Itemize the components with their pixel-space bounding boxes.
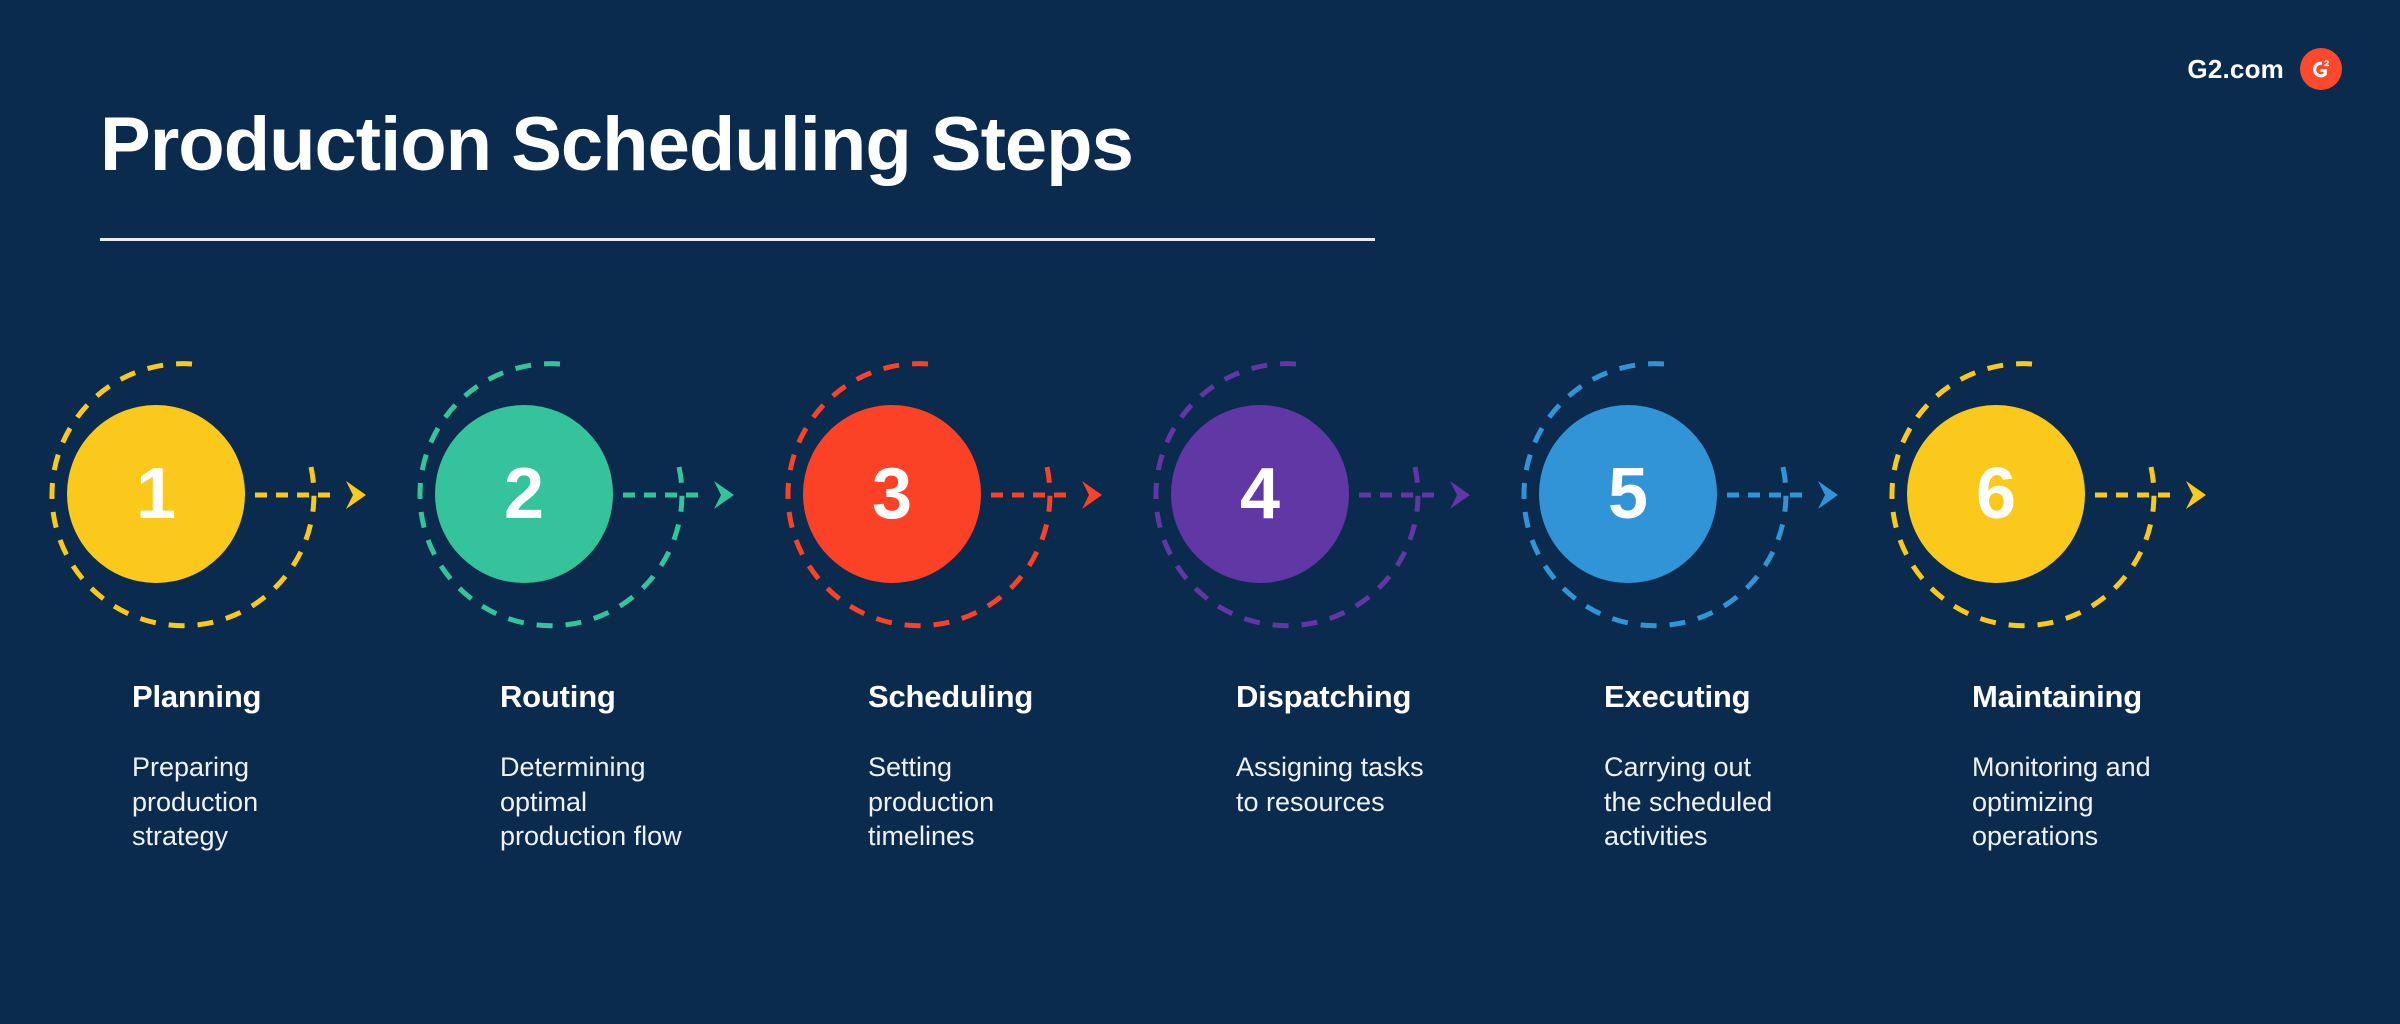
step-connector-3 xyxy=(991,481,1102,509)
step-caption-3: Scheduling Setting production timelines xyxy=(868,679,1168,854)
step-description: Monitoring and optimizing operations xyxy=(1972,752,2151,852)
step-node-4[interactable]: 4 xyxy=(1129,330,1470,660)
step-node-5[interactable]: 5 xyxy=(1497,330,1838,660)
step-connector-5 xyxy=(1727,481,1838,509)
step-circle-5[interactable]: 5 xyxy=(1539,405,1717,583)
step-description: Setting production timelines xyxy=(868,752,995,852)
arrow-head-icon xyxy=(1450,481,1470,509)
infographic-page: G2.com Production Scheduling Steps 1 2 3 4 5… xyxy=(0,0,2400,1024)
arrow-head-icon xyxy=(346,481,366,509)
step-circle-6[interactable]: 6 xyxy=(1907,405,2085,583)
step-description: Assigning tasks to resources xyxy=(1236,752,1424,817)
arrow-head-icon xyxy=(714,481,734,509)
title-divider xyxy=(100,238,1375,241)
brand-logo: G2.com xyxy=(2187,48,2342,90)
step-title: Planning xyxy=(132,679,262,714)
step-connector-1 xyxy=(255,481,366,509)
step-circle-2[interactable]: 2 xyxy=(435,405,613,583)
step-number: 1 xyxy=(135,454,177,534)
step-title: Executing xyxy=(1604,679,1751,714)
page-title: Production Scheduling Steps xyxy=(100,102,1134,187)
steps-row: 1 2 3 4 5 6 xyxy=(0,330,2400,660)
step-circle-3[interactable]: 3 xyxy=(803,405,981,583)
step-caption-6: Maintaining Monitoring and optimizing ope… xyxy=(1972,679,2272,854)
step-caption-5: Executing Carrying out the scheduled acti… xyxy=(1604,679,1904,854)
step-node-2[interactable]: 2 xyxy=(393,330,734,660)
brand-name: G2.com xyxy=(2187,54,2284,84)
step-description: Determining optimal production flow xyxy=(500,752,682,852)
g2-logo-icon xyxy=(2300,48,2342,90)
step-caption-1: Planning Preparing production strategy xyxy=(132,679,432,854)
step-title: Dispatching xyxy=(1236,679,1412,714)
step-node-1[interactable]: 1 xyxy=(25,330,366,660)
step-circle-1[interactable]: 1 xyxy=(67,405,245,583)
step-title: Routing xyxy=(500,679,616,714)
arrow-head-icon xyxy=(1082,481,1102,509)
step-caption-4: Dispatching Assigning tasks to resources xyxy=(1236,679,1536,819)
step-description: Carrying out the scheduled activities xyxy=(1604,752,1773,852)
step-node-6[interactable]: 6 xyxy=(1865,330,2206,660)
step-title: Scheduling xyxy=(868,679,1034,714)
step-number: 3 xyxy=(871,454,913,534)
step-description: Preparing production strategy xyxy=(132,752,259,852)
step-circle-4[interactable]: 4 xyxy=(1171,405,1349,583)
step-number: 4 xyxy=(1239,454,1281,534)
step-title: Maintaining xyxy=(1972,679,2143,714)
step-number: 2 xyxy=(503,454,545,534)
arrow-head-icon xyxy=(1818,481,1838,509)
arrow-head-icon xyxy=(2186,481,2206,509)
step-number: 6 xyxy=(1975,454,2017,534)
step-connector-2 xyxy=(623,481,734,509)
step-connector-6 xyxy=(2095,481,2206,509)
step-caption-2: Routing Determining optimal production fl… xyxy=(500,679,800,854)
captions-row: Planning Preparing production strategy Rou… xyxy=(0,679,2400,980)
step-connector-4 xyxy=(1359,481,1470,509)
step-node-3[interactable]: 3 xyxy=(761,330,1102,660)
step-number: 5 xyxy=(1607,454,1649,534)
